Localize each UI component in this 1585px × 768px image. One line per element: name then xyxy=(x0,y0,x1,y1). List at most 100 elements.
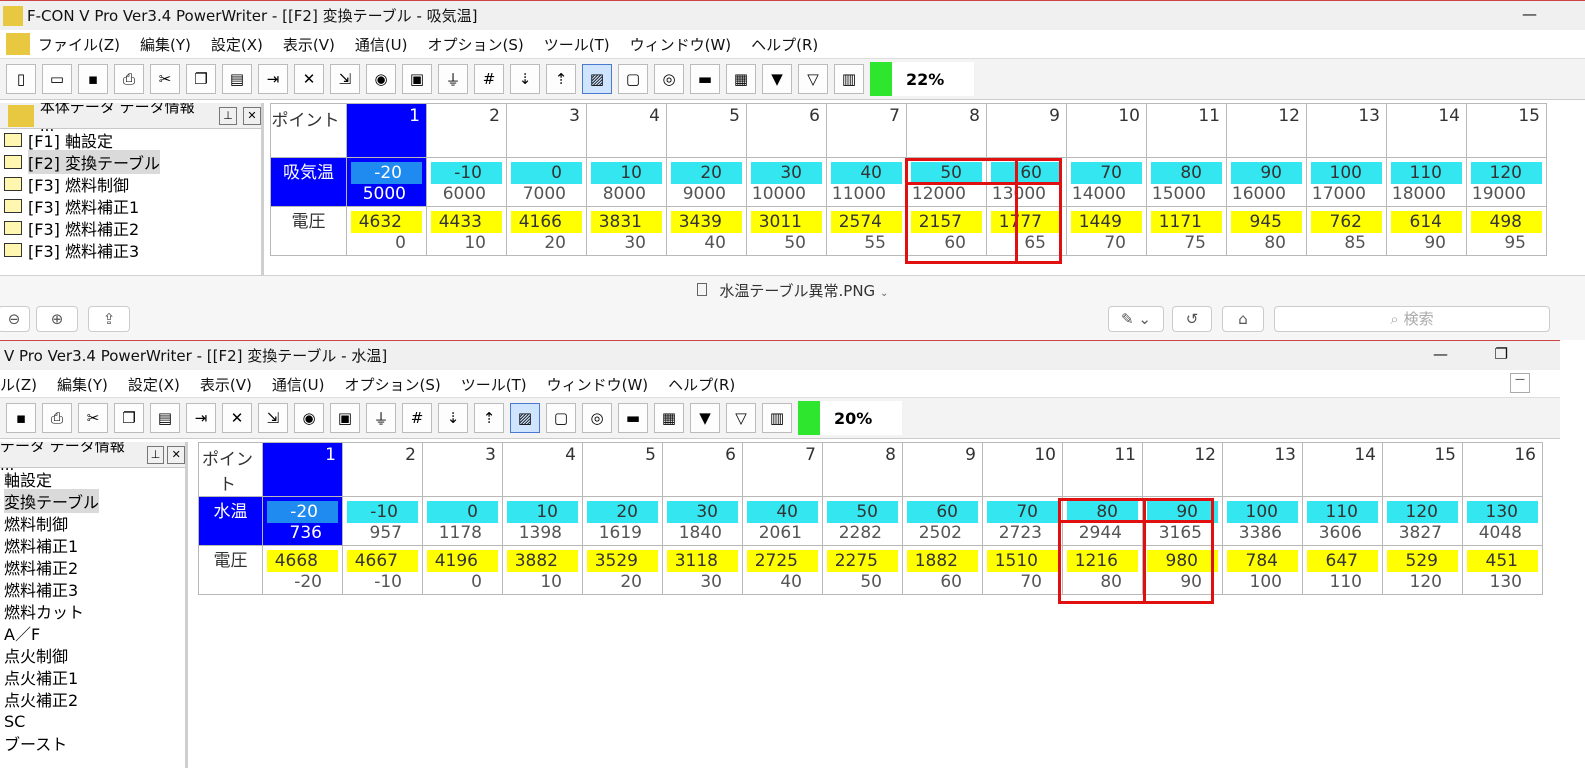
table-cell[interactable]: 40 11000 xyxy=(826,157,907,207)
download-icon[interactable]: ⇣ xyxy=(510,64,540,94)
cell-value[interactable]: 50 xyxy=(827,501,898,523)
table-cell[interactable]: 2574 55 xyxy=(826,206,907,256)
menu-help[interactable]: ヘルプ(R) xyxy=(751,34,818,55)
table-cell[interactable]: 110 18000 xyxy=(1386,157,1467,207)
paste-icon[interactable]: ▤ xyxy=(150,403,180,433)
shield-gray-icon[interactable]: ▽ xyxy=(726,403,756,433)
table-cell[interactable]: 451 130 xyxy=(1462,545,1543,595)
table-cell[interactable]: 80 15000 xyxy=(1146,157,1227,207)
cell-value[interactable]: 90 xyxy=(1231,162,1302,184)
point-header[interactable]: 9 xyxy=(902,442,983,497)
cell-value[interactable]: 20 xyxy=(587,501,658,523)
download-icon[interactable]: ⇣ xyxy=(438,403,468,433)
cell-value[interactable]: 529 xyxy=(1387,550,1458,572)
point-header[interactable]: 1 xyxy=(346,103,427,158)
tree-item[interactable]: [F3] 燃料制御 xyxy=(0,173,261,195)
menu-help[interactable]: ヘルプ(R) xyxy=(668,374,735,395)
cut-icon[interactable]: ✂ xyxy=(78,403,108,433)
cell-value[interactable]: 100 xyxy=(1311,162,1382,184)
mdi-minimize-button[interactable]: — xyxy=(1510,373,1530,393)
table-cell[interactable]: 10 1398 xyxy=(502,496,583,546)
table-cell[interactable]: 30 1840 xyxy=(662,496,743,546)
cell-value[interactable]: 100 xyxy=(1227,501,1298,523)
cell-value[interactable]: 70 xyxy=(987,501,1058,523)
grid-icon[interactable]: # xyxy=(474,64,504,94)
tree-item[interactable]: 燃料カット xyxy=(0,600,185,622)
cell-value[interactable]: 1171 xyxy=(1151,211,1222,233)
tree-item[interactable]: 燃料補正1 xyxy=(0,534,185,556)
point-header[interactable]: 13 xyxy=(1306,103,1387,158)
cell-value[interactable]: 3439 xyxy=(671,211,742,233)
table-cell[interactable]: 1171 75 xyxy=(1146,206,1227,256)
menu-comm[interactable]: 通信(U) xyxy=(355,34,408,55)
table-red-icon[interactable]: ▬ xyxy=(690,64,720,94)
cell-value[interactable]: -20 xyxy=(351,162,422,184)
point-header[interactable]: 2 xyxy=(426,103,507,158)
table-cell[interactable]: 100 3386 xyxy=(1222,496,1303,546)
new-file-icon[interactable]: ▯ xyxy=(6,64,36,94)
tree-item[interactable]: [F3] 燃料補正3 xyxy=(0,239,261,261)
delete-point-icon[interactable]: ✕ xyxy=(222,403,252,433)
cell-value[interactable]: 2574 xyxy=(831,211,902,233)
table-cell[interactable]: 784 100 xyxy=(1222,545,1303,595)
table-cell[interactable]: 20 9000 xyxy=(666,157,747,207)
cell-value[interactable]: 2275 xyxy=(827,550,898,572)
cell-value[interactable]: 3011 xyxy=(751,211,822,233)
table-cell[interactable]: 3011 50 xyxy=(746,206,827,256)
cell-value[interactable]: 614 xyxy=(1391,211,1462,233)
restore-button[interactable]: ❐ xyxy=(1495,345,1508,363)
cell-value[interactable]: 2725 xyxy=(747,550,818,572)
print-icon[interactable]: ⎙ xyxy=(42,403,72,433)
plug-icon[interactable]: ⏚ xyxy=(366,403,396,433)
import-icon[interactable]: ⇲ xyxy=(330,64,360,94)
cell-value[interactable]: 4196 xyxy=(427,550,498,572)
cut-icon[interactable]: ✂ xyxy=(150,64,180,94)
cell-value[interactable]: 60 xyxy=(907,501,978,523)
point-header[interactable]: 13 xyxy=(1222,442,1303,497)
table-cell[interactable]: 50 2282 xyxy=(822,496,903,546)
table-cell[interactable]: 40 2061 xyxy=(742,496,823,546)
menu-tools[interactable]: ツール(T) xyxy=(544,34,610,55)
cell-value[interactable]: 4632 xyxy=(351,211,422,233)
cell-value[interactable]: 784 xyxy=(1227,550,1298,572)
minimize-button[interactable]: — xyxy=(1522,5,1537,23)
tree-item[interactable]: 点火補正2 xyxy=(0,688,185,710)
import-icon[interactable]: ⇲ xyxy=(258,403,288,433)
shield-green-icon[interactable]: ▼ xyxy=(762,64,792,94)
gauge-icon[interactable]: ◎ xyxy=(654,64,684,94)
point-header[interactable]: 16 xyxy=(1462,442,1543,497)
point-header[interactable]: 9 xyxy=(986,103,1067,158)
cell-value[interactable]: 945 xyxy=(1231,211,1302,233)
zoom-in-button[interactable]: ⊕ xyxy=(36,306,78,332)
tree-item[interactable]: SC xyxy=(0,710,185,732)
table-cell[interactable]: 70 2723 xyxy=(982,496,1063,546)
delete-point-icon[interactable]: ✕ xyxy=(294,64,324,94)
table-cell[interactable]: 3529 20 xyxy=(582,545,663,595)
cell-value[interactable]: 1882 xyxy=(907,550,978,572)
point-header[interactable]: 7 xyxy=(826,103,907,158)
point-header[interactable]: 3 xyxy=(506,103,587,158)
cell-value[interactable]: 4166 xyxy=(511,211,582,233)
table-cell[interactable]: 0 1178 xyxy=(422,496,503,546)
tree-item[interactable]: [F2] 変換テーブル xyxy=(0,150,261,174)
point-header[interactable]: 5 xyxy=(582,442,663,497)
point-header[interactable]: 8 xyxy=(906,103,987,158)
table-cell[interactable]: 3439 40 xyxy=(666,206,747,256)
table-cell[interactable]: -10 6000 xyxy=(426,157,507,207)
rotate-button[interactable]: ↺ xyxy=(1172,306,1212,332)
cell-value[interactable]: 30 xyxy=(667,501,738,523)
point-header[interactable]: 2 xyxy=(342,442,423,497)
point-header[interactable]: 5 xyxy=(666,103,747,158)
point-header[interactable]: 7 xyxy=(742,442,823,497)
tree-item[interactable]: ブースト xyxy=(0,732,185,754)
shield-green-icon[interactable]: ▼ xyxy=(690,403,720,433)
point-header[interactable]: 6 xyxy=(746,103,827,158)
cell-value[interactable]: 498 xyxy=(1471,211,1542,233)
point-header[interactable]: 1 xyxy=(262,442,343,497)
upload-icon[interactable]: ⇡ xyxy=(474,403,504,433)
gauge-icon[interactable]: ◎ xyxy=(582,403,612,433)
menu-options[interactable]: オプション(S) xyxy=(428,34,524,55)
toolbox-button[interactable]: ⌂ xyxy=(1222,306,1264,332)
cell-value[interactable]: 20 xyxy=(671,162,742,184)
point-header[interactable]: 10 xyxy=(982,442,1063,497)
